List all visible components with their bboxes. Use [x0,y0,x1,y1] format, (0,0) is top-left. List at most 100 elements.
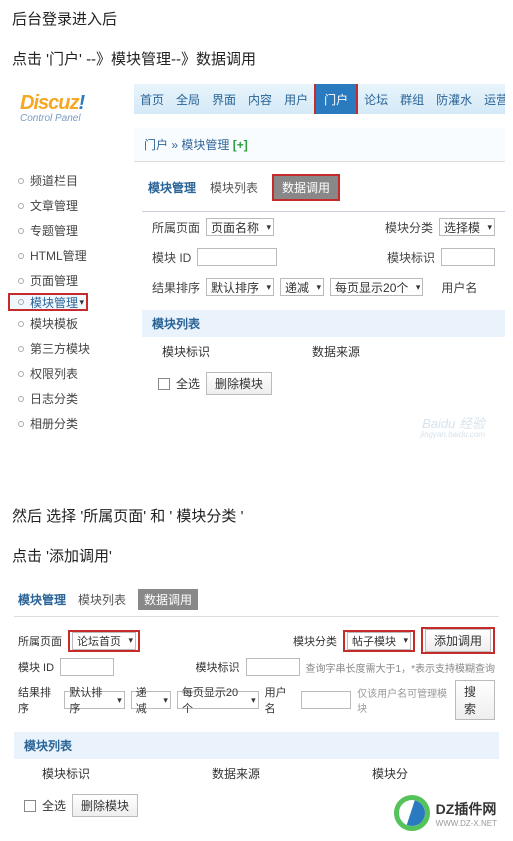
select-all-checkbox-2[interactable] [24,800,36,812]
module-list-header-2: 模块列表 [14,732,499,759]
breadcrumb-module[interactable]: 模块管理 [181,138,229,152]
tab2-module-list[interactable]: 模块列表 [78,591,126,608]
sort2-label: 结果排序 [18,684,58,716]
order2-select[interactable]: 递减 [131,691,171,709]
logo-area: Discuz! Control Panel [8,84,134,128]
page2-label: 所属页面 [18,633,62,649]
sidebar-item-channel[interactable]: 频道栏目 [8,168,134,193]
nav-global[interactable]: 全局 [170,91,206,108]
tab2-module-manage[interactable]: 模块管理 [18,591,66,608]
nav-antispam[interactable]: 防灌水 [430,91,478,108]
module-flag2-input[interactable] [246,658,300,676]
nav-operate[interactable]: 运营 [478,91,505,108]
col2-source: 数据来源 [212,765,372,782]
nav-home[interactable]: 首页 [134,91,170,108]
select-all-checkbox[interactable] [158,378,170,390]
dot-icon [18,203,24,209]
dot-icon [18,396,24,402]
module-flag-label: 模块标识 [387,249,435,266]
dz-logo-icon [394,795,430,831]
sidebar-item-topic[interactable]: 专题管理 [8,218,134,243]
username-label: 用户名 [441,279,477,296]
main-content: 模块管理 模块列表 数据调用 所属页面 页面名称 模块分类 选择模 模块 ID … [134,162,505,443]
nav-user[interactable]: 用户 [278,91,314,108]
add-call-button[interactable]: 添加调用 [425,629,491,652]
nav-portal[interactable]: 门户 [314,84,358,114]
category2-label: 模块分类 [293,633,337,649]
sort-select[interactable]: 默认排序 [206,278,274,296]
dz-brand-name: DZ插件网 [436,799,497,819]
perpage-select[interactable]: 每页显示20个 [330,278,423,296]
dz-plugin-logo: DZ插件网 WWW.DZ-X.NET [394,795,497,831]
col2-flag: 模块标识 [42,765,212,782]
col-flag: 模块标识 [162,343,312,360]
dot-icon [18,371,24,377]
sidebar-item-thirdparty[interactable]: 第三方模块 [8,336,134,361]
subtabs: 模块管理 模块列表 数据调用 [142,170,505,212]
page2-select[interactable]: 论坛首页 [72,632,136,650]
sidebar-item-html[interactable]: HTML管理 [8,243,134,268]
tab-module-manage[interactable]: 模块管理 [148,179,196,196]
dot-icon [18,321,24,327]
sidebar-item-permission[interactable]: 权限列表 [8,361,134,386]
module-flag2-label: 模块标识 [196,659,240,675]
dz-brand-url: WWW.DZ-X.NET [436,819,497,828]
page-select[interactable]: 页面名称 [206,218,274,236]
breadcrumb-plus-icon[interactable]: [+] [233,138,248,152]
sidebar: 频道栏目 文章管理 专题管理 HTML管理 页面管理 模块管理 模块模板 第三方… [8,162,134,443]
sidebar-item-log[interactable]: 日志分类 [8,386,134,411]
sidebar-item-article[interactable]: 文章管理 [8,193,134,218]
category2-select[interactable]: 帖子模块 [347,632,411,650]
module-id-label: 模块 ID [152,249,191,266]
subtabs-2: 模块管理 模块列表 数据调用 [14,587,499,616]
username-note: 仅该用户名可管理模块 [357,685,449,715]
breadcrumb-portal[interactable]: 门户 [144,138,168,152]
dot-icon [18,346,24,352]
sidebar-item-module-template[interactable]: 模块模板 [8,311,134,336]
instruction-line-3: 然后 选择 '所属页面' 和 ' 模块分类 ' [0,497,513,537]
username2-input[interactable] [301,691,351,709]
breadcrumb: 门户 » 模块管理 [+] [134,128,505,162]
sidebar-item-page[interactable]: 页面管理 [8,268,134,293]
module-id-input[interactable] [197,248,277,266]
admin-panel-screenshot-1: Discuz! Control Panel 首页 全局 界面 内容 用户 门户 … [8,84,505,443]
dot-icon [18,253,24,259]
search-button[interactable]: 搜索 [455,680,495,720]
module-list-header: 模块列表 [142,310,505,337]
dot-icon [18,178,24,184]
delete-module-button[interactable]: 删除模块 [206,372,272,395]
delete-module-button-2[interactable]: 删除模块 [72,794,138,817]
instruction-line-4: 点击 '添加调用' [0,537,513,577]
dot-icon [18,278,24,284]
table-header: 模块标识 数据来源 [142,337,505,366]
col-source: 数据来源 [312,343,360,360]
discuz-logo: Discuz! [20,92,134,115]
select-all-label-2: 全选 [42,797,66,814]
order-select[interactable]: 递减 [280,278,324,296]
module-flag-input[interactable] [441,248,495,266]
module-id2-input[interactable] [60,658,114,676]
nav-ui[interactable]: 界面 [206,91,242,108]
tab-module-list[interactable]: 模块列表 [210,179,258,196]
top-nav: 首页 全局 界面 内容 用户 门户 论坛 群组 防灌水 运营 应用 工 [134,84,505,114]
nav-forum[interactable]: 论坛 [358,91,394,108]
dot-icon [18,228,24,234]
sidebar-item-module-manage[interactable]: 模块管理 [8,293,88,311]
category-select[interactable]: 选择模 [439,218,495,236]
sort-label: 结果排序 [152,279,200,296]
instruction-line-1: 后台登录进入后 [0,0,513,40]
tab2-data-call[interactable]: 数据调用 [138,589,198,610]
query-note: 查询字串长度需大于1，*表示支持模糊查询 [306,660,495,675]
nav-content[interactable]: 内容 [242,91,278,108]
select-all-label: 全选 [176,375,200,392]
dot-icon [18,299,24,305]
sidebar-item-album[interactable]: 相册分类 [8,411,134,436]
category-label: 模块分类 [385,219,433,236]
sort2-select[interactable]: 默认排序 [64,691,124,709]
control-panel-label: Control Panel [20,113,134,124]
nav-group[interactable]: 群组 [394,91,430,108]
username2-label: 用户名 [265,684,295,716]
col2-category: 模块分 [372,765,408,782]
perpage2-select[interactable]: 每页显示20个 [177,691,259,709]
tab-data-call[interactable]: 数据调用 [272,174,340,201]
